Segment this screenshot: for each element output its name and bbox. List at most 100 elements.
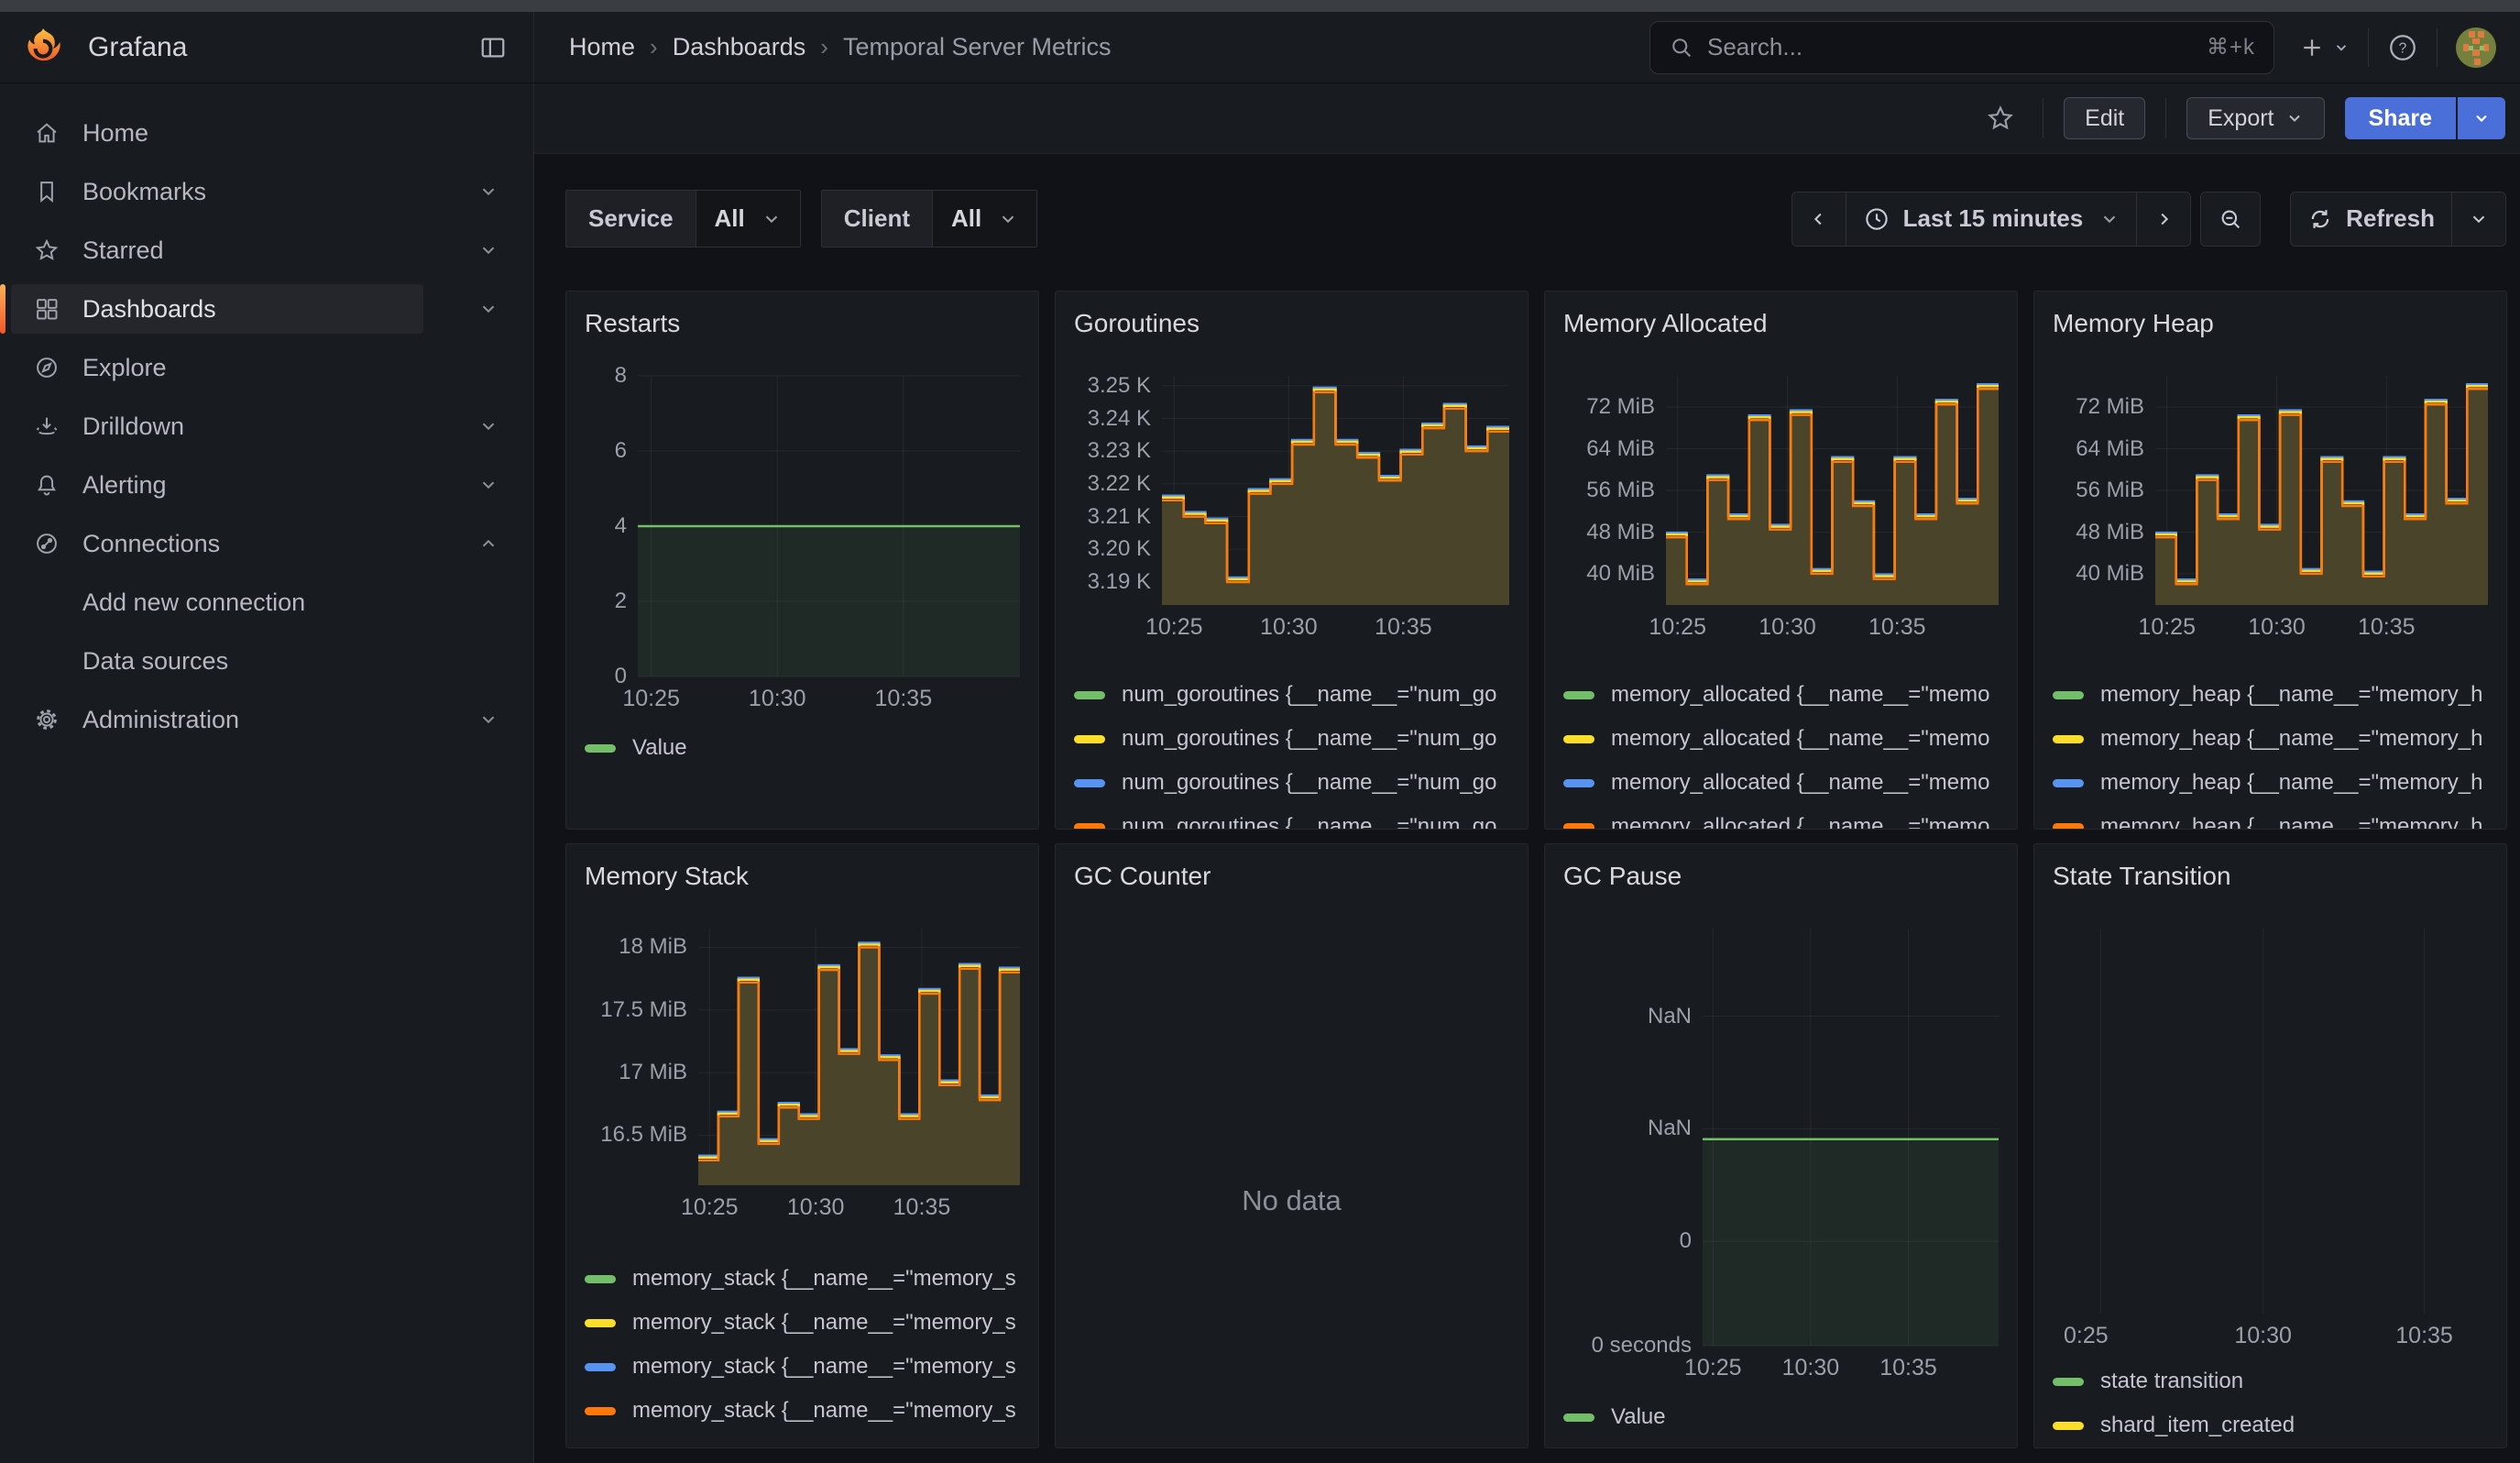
chevron-down-icon[interactable] (478, 475, 499, 495)
legend-item[interactable]: memory_stack {__name__="memory_s (585, 1257, 1020, 1301)
time-series-chart[interactable]: 72 MiB64 MiB56 MiB48 MiB40 MiB 10:2510:3… (2053, 376, 2488, 640)
legend-swatch (1563, 735, 1594, 743)
chevron-down-icon[interactable] (478, 240, 499, 260)
time-controls: Last 15 minutes (1791, 192, 2506, 247)
time-series-chart[interactable]: 0:2510:3010:35 (2053, 929, 2488, 1348)
time-series-chart[interactable]: 72 MiB64 MiB56 MiB48 MiB40 MiB 10:2510:3… (1563, 376, 1999, 640)
sidebar-item-starred[interactable]: Starred (0, 221, 533, 280)
zoom-out-group (2200, 192, 2261, 247)
sidebar-item-drilldown[interactable]: Drilldown (0, 397, 533, 456)
divider (2165, 98, 2166, 138)
panel-title[interactable]: GC Counter (1074, 861, 1509, 892)
chevron-down-icon[interactable] (478, 299, 499, 319)
legend-item[interactable]: memory_allocated {__name__="memo (1563, 805, 1999, 830)
refresh-button[interactable]: Refresh (2291, 192, 2451, 246)
chevron-down-icon[interactable] (478, 710, 499, 730)
legend-item[interactable]: memory_heap {__name__="memory_h (2053, 761, 2488, 805)
sidebar-item-explore[interactable]: Explore (0, 338, 533, 397)
sidebar-item-home[interactable]: Home (0, 104, 533, 162)
legend-swatch (585, 1319, 616, 1327)
panel-title[interactable]: Goroutines (1074, 308, 1509, 339)
legend-item[interactable]: num_goroutines {__name__="num_go (1074, 761, 1509, 805)
chevron-down-icon[interactable] (478, 182, 499, 202)
chevron-down-icon[interactable] (478, 416, 499, 436)
x-axis-label: 10:35 (875, 686, 933, 712)
chevron-down-icon (2285, 109, 2304, 127)
legend-item[interactable]: shard_item_created (2053, 1403, 2488, 1447)
legend-item[interactable]: memory_allocated {__name__="memo (1563, 673, 1999, 717)
legend-item[interactable]: num_goroutines {__name__="num_go (1074, 673, 1509, 717)
breadcrumb-dashboards[interactable]: Dashboards (673, 33, 806, 61)
service-filter-value[interactable]: All (696, 191, 800, 247)
dock-menu-icon[interactable] (473, 28, 513, 68)
refresh-interval-caret[interactable] (2451, 192, 2505, 246)
edit-button[interactable]: Edit (2064, 97, 2145, 139)
panel-title[interactable]: State Transition (2053, 861, 2488, 892)
x-axis-label: 10:35 (893, 1194, 951, 1221)
sidebar-item-connections[interactable]: Connections (0, 514, 533, 573)
legend-item[interactable]: Value (1563, 1395, 1999, 1439)
dashboards-grid-icon (33, 296, 60, 322)
chevron-up-icon[interactable] (478, 534, 499, 554)
time-shift-back-button[interactable] (1792, 192, 1846, 246)
legend-item[interactable]: memory_allocated {__name__="memo (1563, 761, 1999, 805)
legend-item[interactable]: memory_stack {__name__="memory_s (585, 1301, 1020, 1345)
grafana-logo-icon[interactable] (22, 27, 64, 69)
help-icon[interactable]: ? (2387, 32, 2418, 63)
panel-title[interactable]: Restarts (585, 308, 1020, 339)
panel-title[interactable]: Memory Heap (2053, 308, 2488, 339)
y-axis-label: NaN (1648, 1116, 1692, 1141)
sidebar-item-bookmarks[interactable]: Bookmarks (0, 162, 533, 221)
legend-item[interactable]: state transition (2053, 1359, 2488, 1403)
sidebar-item-alerting[interactable]: Alerting (0, 456, 533, 514)
time-series-chart[interactable]: NaNNaN00 seconds 10:2510:3010:35 (1563, 929, 1999, 1380)
sidebar-item-data-sources[interactable]: Data sources (0, 632, 533, 690)
share-menu-caret[interactable] (2458, 97, 2505, 139)
chevron-down-icon (2099, 209, 2120, 229)
sidebar-item-dashboards[interactable]: Dashboards (0, 280, 533, 338)
divider (2437, 28, 2438, 67)
sidebar-item-add-new-connection[interactable]: Add new connection (0, 573, 533, 632)
y-axis-label: 48 MiB (1586, 520, 1655, 545)
panel-title[interactable]: GC Pause (1563, 861, 1999, 892)
add-new-button[interactable] (2298, 34, 2350, 61)
zoom-out-button[interactable] (2201, 192, 2260, 246)
time-shift-forward-button[interactable] (2136, 192, 2190, 246)
main-area: Edit Export Share Service All (534, 83, 2520, 1463)
dashboard-toolbar: Edit Export Share (534, 83, 2520, 154)
time-series-chart[interactable]: 18 MiB17.5 MiB17 MiB16.5 MiB 10:2510:301… (585, 929, 1020, 1220)
share-button[interactable]: Share (2345, 97, 2456, 139)
legend-item[interactable]: memory_stack {__name__="memory_s (585, 1345, 1020, 1389)
service-filter: Service All (565, 190, 801, 248)
breadcrumb: Home › Dashboards › Temporal Server Metr… (569, 33, 1112, 61)
legend-item[interactable]: memory_heap {__name__="memory_h (2053, 673, 2488, 717)
search-box[interactable]: ⌘+k (1649, 21, 2274, 74)
legend-swatch (585, 1275, 616, 1283)
legend-swatch (1074, 691, 1105, 699)
time-series-chart[interactable]: 86420 10:2510:3010:35 (585, 376, 1020, 711)
favorite-star-icon[interactable] (1978, 104, 2022, 133)
panel-title[interactable]: Memory Stack (585, 861, 1020, 892)
breadcrumb-separator-icon: › (820, 33, 828, 61)
legend-item[interactable]: memory_heap {__name__="memory_h (2053, 805, 2488, 830)
legend-item[interactable]: Value (585, 726, 1020, 770)
search-input[interactable] (1707, 33, 2194, 61)
refresh-icon (2307, 206, 2333, 232)
legend-item[interactable]: memory_allocated {__name__="memo (1563, 717, 1999, 761)
export-button[interactable]: Export (2186, 97, 2324, 139)
time-range-picker[interactable]: Last 15 minutes (1846, 192, 2137, 246)
legend-item[interactable]: num_goroutines {__name__="num_go (1074, 717, 1509, 761)
breadcrumb-current: Temporal Server Metrics (843, 33, 1112, 61)
breadcrumb-home[interactable]: Home (569, 33, 635, 61)
sidebar-item-administration[interactable]: Administration (0, 690, 533, 749)
legend-item[interactable]: num_goroutines {__name__="num_go (1074, 805, 1509, 830)
time-range-group: Last 15 minutes (1791, 192, 2192, 247)
legend-item[interactable]: memory_heap {__name__="memory_h (2053, 717, 2488, 761)
svg-text:?: ? (2399, 40, 2407, 56)
panel-title[interactable]: Memory Allocated (1563, 308, 1999, 339)
user-avatar[interactable] (2456, 28, 2496, 68)
legend-item[interactable]: memory_stack {__name__="memory_s (585, 1389, 1020, 1433)
time-series-chart[interactable]: 3.25 K3.24 K3.23 K3.22 K3.21 K3.20 K3.19… (1074, 376, 1509, 640)
gear-icon (33, 707, 60, 732)
client-filter-value[interactable]: All (933, 191, 1036, 247)
